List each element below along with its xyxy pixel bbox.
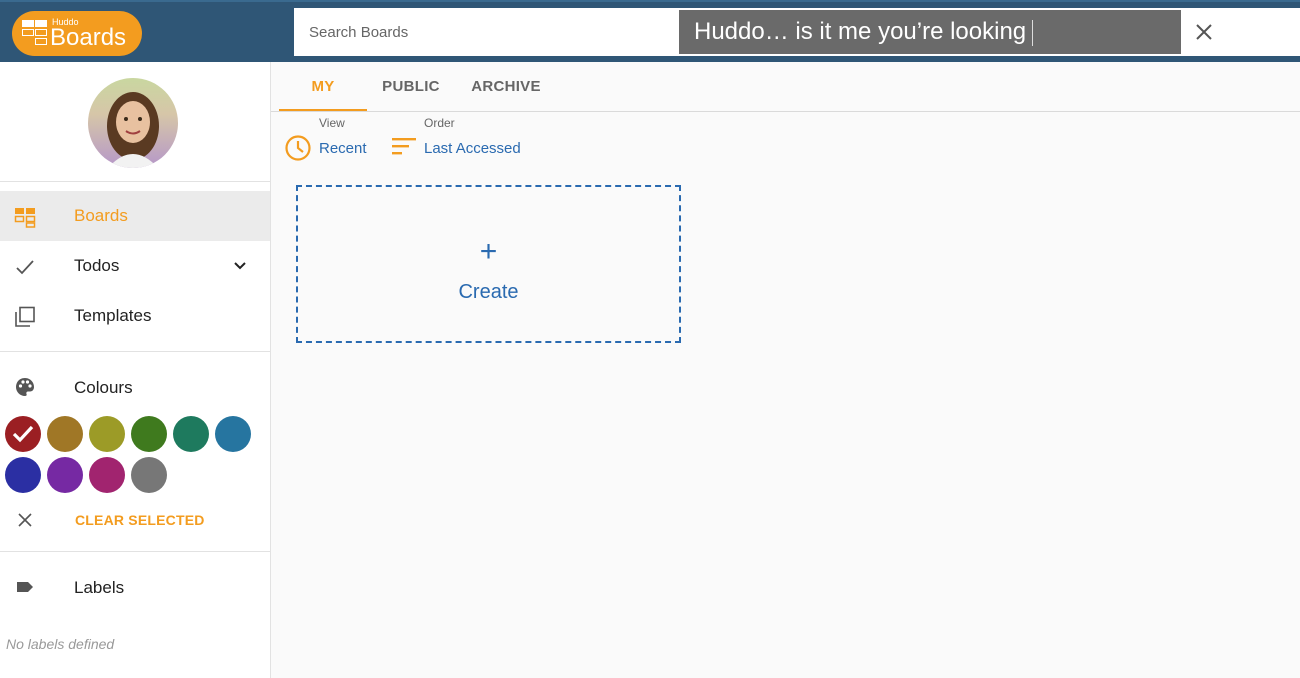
logo-boards-text: Boards xyxy=(50,24,127,51)
clock-icon xyxy=(285,135,311,161)
plus-icon: + xyxy=(479,235,498,268)
sidebar-item-label: Todos xyxy=(74,256,120,275)
colours-label: Colours xyxy=(74,378,133,397)
chevron-down-icon[interactable] xyxy=(232,258,248,274)
divider xyxy=(0,181,270,182)
colour-swatch[interactable] xyxy=(47,416,83,452)
board-tabs: MY PUBLIC ARCHIVE xyxy=(271,62,1300,112)
user-photo xyxy=(107,92,159,168)
sidebar: Boards Todos Templates Colours CLEAR SEL… xyxy=(0,62,271,678)
colour-swatch[interactable] xyxy=(89,457,125,493)
clear-selected-button[interactable]: CLEAR SELECTED xyxy=(0,502,270,538)
order-selector[interactable]: Order Last Accessed xyxy=(390,114,530,162)
boards-icon xyxy=(14,208,36,228)
labels-label: Labels xyxy=(74,578,125,597)
check-icon xyxy=(16,260,34,275)
sidebar-item-todos[interactable]: Todos xyxy=(0,241,270,291)
boards-logo-icon xyxy=(22,20,48,46)
colour-swatch[interactable] xyxy=(5,457,41,493)
view-value: Recent xyxy=(319,140,367,157)
sidebar-item-label: Boards xyxy=(74,206,128,225)
search-bar: Huddo… is it me you’re looking xyxy=(294,8,1300,56)
divider xyxy=(0,551,270,552)
sidebar-item-templates[interactable]: Templates xyxy=(0,291,270,341)
colour-swatch[interactable] xyxy=(131,457,167,493)
clear-selected-label: CLEAR SELECTED xyxy=(75,512,205,528)
caption-overlay: Huddo… is it me you’re looking xyxy=(679,10,1181,54)
app-header: Huddo Boards Huddo… is it me you’re look… xyxy=(0,0,1300,62)
colour-swatch[interactable] xyxy=(5,416,41,452)
tab-archive[interactable]: ARCHIVE xyxy=(461,62,551,111)
create-board-button[interactable]: + Create xyxy=(296,185,681,343)
palette-icon xyxy=(16,378,34,396)
colour-swatch[interactable] xyxy=(131,416,167,452)
sidebar-item-label: Templates xyxy=(74,306,152,325)
no-labels-text: No labels defined xyxy=(6,636,115,652)
label-icon xyxy=(17,582,33,592)
sort-icon xyxy=(392,138,416,155)
order-caption: Order xyxy=(424,116,455,130)
colour-swatch[interactable] xyxy=(89,416,125,452)
colour-swatch[interactable] xyxy=(47,457,83,493)
templates-icon xyxy=(15,306,35,327)
sidebar-item-boards[interactable]: Boards xyxy=(0,191,270,241)
text-cursor xyxy=(1032,19,1034,46)
close-icon[interactable] xyxy=(1192,20,1216,44)
colours-header: Colours xyxy=(0,366,270,406)
close-icon xyxy=(18,513,32,527)
colour-swatch[interactable] xyxy=(173,416,209,452)
order-value: Last Accessed xyxy=(424,140,521,157)
colour-swatch[interactable] xyxy=(215,416,251,452)
avatar[interactable] xyxy=(88,78,178,168)
search-input[interactable] xyxy=(294,8,674,56)
divider xyxy=(0,351,270,352)
labels-header[interactable]: Labels xyxy=(0,566,270,606)
huddo-boards-logo[interactable]: Huddo Boards xyxy=(12,11,142,56)
create-label: Create xyxy=(458,281,519,303)
check-icon xyxy=(12,425,34,443)
tab-public[interactable]: PUBLIC xyxy=(371,62,451,111)
caption-text: Huddo… is it me you’re looking xyxy=(694,18,1027,45)
tab-my[interactable]: MY xyxy=(279,62,367,111)
view-caption: View xyxy=(319,116,345,130)
view-selector[interactable]: View Recent xyxy=(284,114,374,162)
